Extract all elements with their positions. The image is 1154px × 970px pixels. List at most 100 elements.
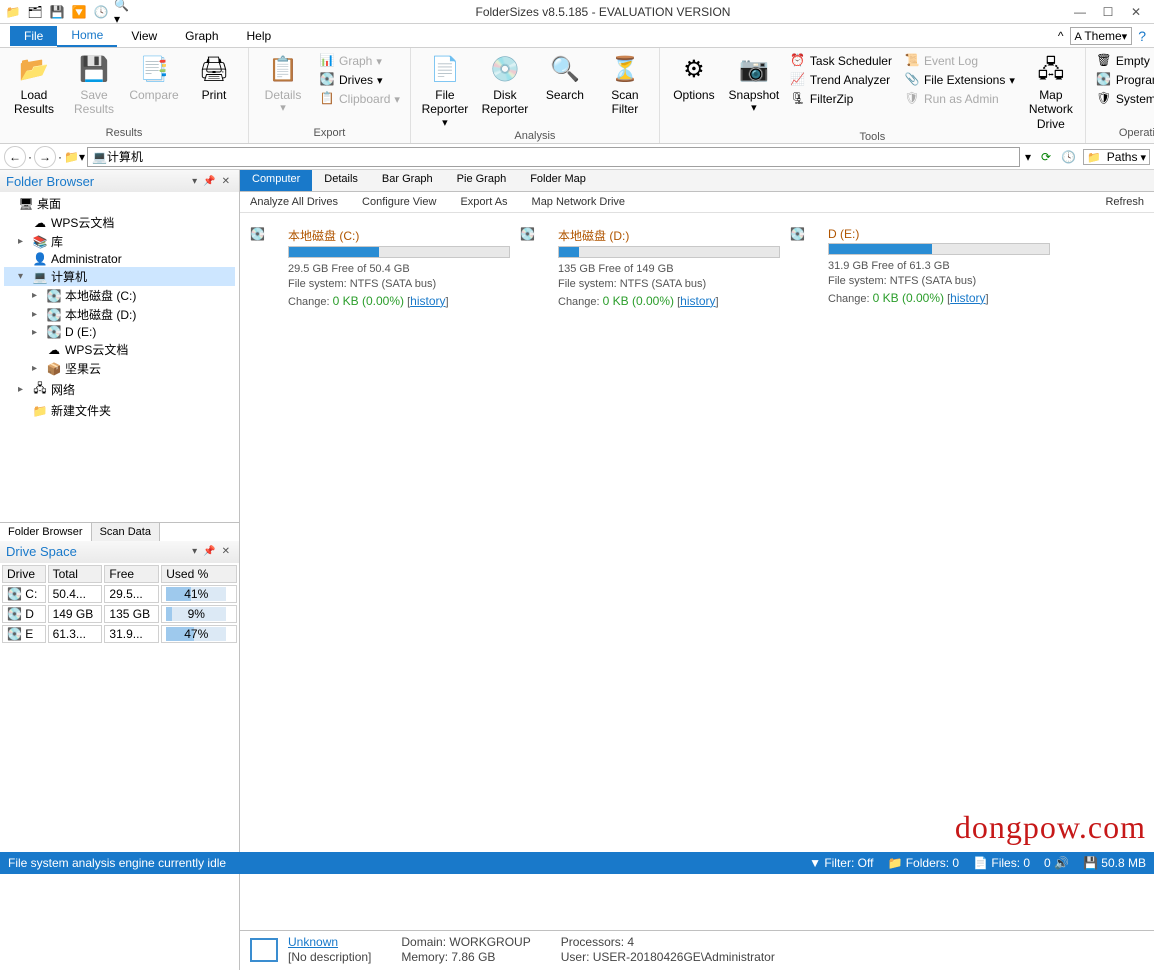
ribbon-group-analysis: Analysis — [417, 130, 653, 144]
drive-row[interactable]: 💽 E61.3...31.9...47% — [2, 625, 237, 643]
options-button[interactable]: ⚙Options — [666, 50, 722, 102]
tree-ddrive[interactable]: ▸💽本地磁盘 (D:) — [4, 305, 235, 324]
tab-computer[interactable]: Computer — [240, 170, 312, 191]
search-button[interactable]: 🔍Search — [537, 50, 593, 102]
map-network-drive-button[interactable]: 🖧Map Network Drive — [1023, 50, 1079, 131]
folder-tree[interactable]: 🖥桌面 ☁WPS云文档 ▸📚库 👤Administrator ▾💻计算机 ▸💽本… — [0, 192, 239, 522]
file-extensions-button[interactable]: 📎File Extensions▾ — [900, 71, 1019, 89]
col-drive[interactable]: Drive — [2, 565, 46, 583]
info-unknown-link[interactable]: Unknown — [288, 935, 338, 949]
nav-forward-button[interactable]: → — [34, 146, 56, 168]
tree-network[interactable]: ▸🖧网络 — [4, 378, 235, 401]
tree-libs[interactable]: ▸📚库 — [4, 232, 235, 251]
qat-icon-4[interactable]: 🕓 — [92, 3, 110, 21]
panel-close-icon[interactable]: ✕ — [219, 176, 233, 187]
tree-desktop[interactable]: 🖥桌面 — [4, 194, 235, 213]
menu-graph[interactable]: Graph — [171, 26, 232, 46]
details-button[interactable]: 📋Details▾ — [255, 50, 311, 116]
run-as-admin-button[interactable]: 🛡Run as Admin — [900, 90, 1019, 108]
file-reporter-button[interactable]: 📄File Reporter▾ — [417, 50, 473, 130]
address-dropdown[interactable]: ▾ — [1022, 150, 1034, 164]
status-size: 💾 50.8 MB — [1083, 856, 1146, 870]
tree-wps[interactable]: ☁WPS云文档 — [4, 213, 235, 232]
snapshot-button[interactable]: 📷Snapshot▾ — [726, 50, 782, 116]
action-analyze[interactable]: Analyze All Drives — [250, 196, 338, 208]
action-refresh[interactable]: Refresh — [1105, 196, 1144, 208]
drive-row[interactable]: 💽 D149 GB135 GB9% — [2, 605, 237, 623]
tab-folder-browser[interactable]: Folder Browser — [0, 523, 92, 541]
tree-wps2[interactable]: ☁WPS云文档 — [4, 340, 235, 359]
event-log-button[interactable]: 📜Event Log — [900, 52, 1019, 70]
trend-analyzer-button[interactable]: 📈Trend Analyzer — [786, 71, 896, 89]
theme-selector[interactable]: A Theme▾ — [1070, 27, 1133, 45]
status-filter[interactable]: ▼ Filter: Off — [809, 856, 873, 870]
info-user: User: USER-20180426GE\Administrator — [561, 950, 775, 966]
nav-back-button[interactable]: ← — [4, 146, 26, 168]
ribbon-group-results: Results — [6, 127, 242, 141]
ds-dropdown-icon[interactable]: ▾ — [189, 546, 200, 557]
drive-card[interactable]: 💽本地磁盘 (D:)135 GB Free of 149 GBFile syst… — [520, 227, 780, 310]
tab-folder-map[interactable]: Folder Map — [518, 170, 598, 191]
paths-dropdown[interactable]: 📁 Paths▾ — [1083, 149, 1150, 165]
panel-pin-icon[interactable]: 📌 — [200, 176, 218, 187]
qat-icon-1[interactable]: 🗂 — [26, 3, 44, 21]
watermark: dongpow.com — [955, 809, 1146, 846]
status-text: File system analysis engine currently id… — [8, 856, 226, 870]
nav-folder-icon[interactable]: 📁▾ — [64, 150, 85, 164]
system-protection-button[interactable]: 🛡System Protection — [1092, 90, 1154, 108]
col-free[interactable]: Free — [104, 565, 159, 583]
filterzip-button[interactable]: 🗜FilterZip — [786, 90, 896, 108]
tree-jianguo[interactable]: ▸📦坚果云 — [4, 359, 235, 378]
address-input[interactable]: 💻 计算机 — [87, 147, 1020, 167]
qat-icon-2[interactable]: 💾 — [48, 3, 66, 21]
menu-help[interactable]: Help — [233, 26, 286, 46]
menu-file[interactable]: File — [10, 26, 57, 46]
ds-close-icon[interactable]: ✕ — [219, 546, 233, 557]
tree-cdrive[interactable]: ▸💽本地磁盘 (C:) — [4, 286, 235, 305]
programs-features-button[interactable]: 💽Programs & Features — [1092, 71, 1154, 89]
drive-row[interactable]: 💽 C:50.4...29.5...41% — [2, 585, 237, 603]
menu-view[interactable]: View — [117, 26, 171, 46]
tree-edrive[interactable]: ▸💽D (E:) — [4, 324, 235, 340]
menu-home[interactable]: Home — [57, 25, 117, 47]
action-map[interactable]: Map Network Drive — [532, 196, 626, 208]
task-scheduler-button[interactable]: ⏰Task Scheduler — [786, 52, 896, 70]
tab-scan-data[interactable]: Scan Data — [92, 523, 160, 541]
clock-icon[interactable]: 🕓 — [1058, 150, 1079, 164]
export-clipboard-button[interactable]: 📋Clipboard▾ — [315, 90, 404, 108]
action-export[interactable]: Export As — [460, 196, 507, 208]
ribbon-collapse-icon[interactable]: ^ — [1058, 29, 1064, 43]
save-results-button[interactable]: 💾Save Results — [66, 50, 122, 117]
tab-pie-graph[interactable]: Pie Graph — [445, 170, 519, 191]
tab-details[interactable]: Details — [312, 170, 370, 191]
disk-reporter-button[interactable]: 💿Disk Reporter — [477, 50, 533, 117]
col-used[interactable]: Used % — [161, 565, 237, 583]
close-button[interactable]: ✕ — [1126, 5, 1146, 19]
scan-filter-button[interactable]: ⏳Scan Filter — [597, 50, 653, 117]
empty-recycle-button[interactable]: 🗑Empty Recycle Bin — [1092, 52, 1154, 70]
action-configure[interactable]: Configure View — [362, 196, 436, 208]
maximize-button[interactable]: ☐ — [1098, 5, 1118, 19]
tree-admin[interactable]: 👤Administrator — [4, 251, 235, 267]
compare-button[interactable]: 📑Compare — [126, 50, 182, 102]
drive-space-header: Drive Space ▾ 📌 ✕ — [0, 541, 239, 563]
qat-icon-5[interactable]: 🔍▾ — [114, 3, 132, 21]
col-total[interactable]: Total — [48, 565, 103, 583]
tree-newfolder[interactable]: 📁新建文件夹 — [4, 401, 235, 420]
ribbon-group-os: Operating System — [1092, 127, 1154, 141]
qat-icon-3[interactable]: 🔽 — [70, 3, 88, 21]
load-results-button[interactable]: 📂Load Results — [6, 50, 62, 117]
tab-bar-graph[interactable]: Bar Graph — [370, 170, 445, 191]
menubar: File Home View Graph Help ^ A Theme▾ ? — [0, 24, 1154, 48]
drive-card[interactable]: 💽D (E:)31.9 GB Free of 61.3 GBFile syste… — [790, 227, 1050, 307]
help-icon[interactable]: ? — [1138, 28, 1146, 44]
refresh-icon[interactable]: ⟳ — [1038, 150, 1054, 164]
print-button[interactable]: 🖨Print — [186, 50, 242, 102]
ds-pin-icon[interactable]: 📌 — [200, 546, 218, 557]
minimize-button[interactable]: — — [1070, 5, 1090, 19]
panel-dropdown-icon[interactable]: ▾ — [189, 176, 200, 187]
tree-computer[interactable]: ▾💻计算机 — [4, 267, 235, 286]
drive-card[interactable]: 💽本地磁盘 (C:)29.5 GB Free of 50.4 GBFile sy… — [250, 227, 510, 310]
export-graph-button[interactable]: 📊Graph▾ — [315, 52, 404, 70]
export-drives-button[interactable]: 💽Drives▾ — [315, 71, 404, 89]
